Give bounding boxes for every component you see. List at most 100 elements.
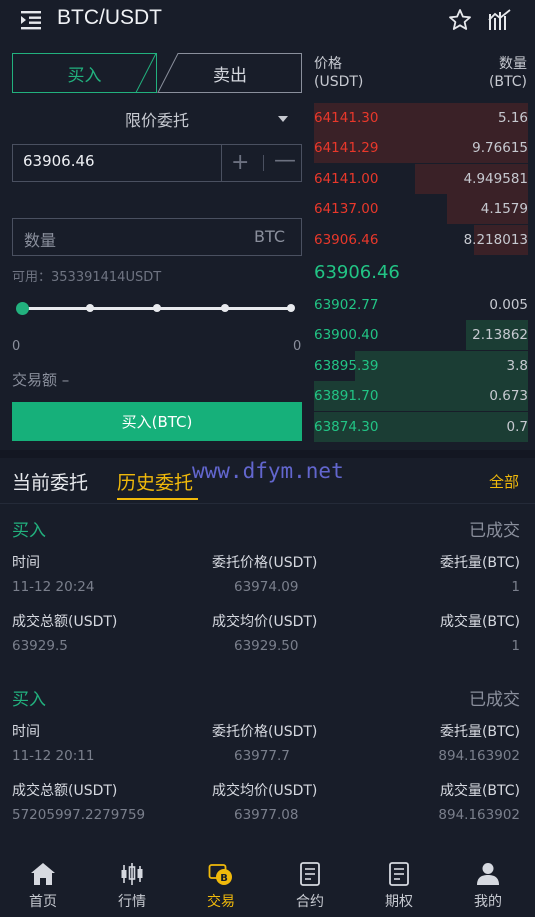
menu-icon[interactable] [20, 9, 42, 31]
order-price: 63977.7 [234, 748, 290, 764]
watermark-text: www.dfym.net [192, 459, 344, 483]
home-icon [31, 863, 55, 885]
order-amount: 1 [511, 579, 520, 595]
svg-text:B: B [220, 873, 228, 884]
submit-buy-button[interactable]: 买入(BTC) [12, 402, 302, 441]
ask-qty: 9.76615 [472, 140, 528, 157]
nav-item-trade[interactable]: B 交易 [191, 862, 251, 911]
order-avg-price: 63977.08 [234, 807, 299, 823]
ask-row[interactable]: 63906.46 8.218013 [314, 224, 528, 255]
order-time-label: 时间 [12, 724, 40, 740]
order-avg-price: 63929.50 [234, 638, 299, 654]
bid-price: 63874.30 [314, 418, 379, 435]
price-header-label: 价格 [314, 56, 342, 72]
increase-price-button[interactable]: + [231, 150, 249, 175]
ask-price: 64141.30 [314, 110, 379, 126]
order-filled-label: 成交量(BTC) [439, 783, 520, 799]
bid-row[interactable]: 63895.39 3.8 [314, 350, 528, 381]
bid-qty: 3.8 [506, 357, 528, 374]
bid-price: 63902.77 [314, 297, 379, 313]
nav-item-market[interactable]: 行情 [102, 862, 162, 911]
order-filled: 894.163902 [438, 807, 520, 823]
bid-price: 63900.40 [314, 327, 379, 344]
ask-row[interactable]: 64137.00 4.1579 [314, 194, 528, 225]
qty-header-unit: (BTC) [488, 74, 527, 90]
slider-stop-100[interactable] [287, 304, 295, 312]
slider-stop-50[interactable] [153, 304, 161, 312]
available-balance: 可用：353391414USDT [12, 270, 162, 285]
order-avg-label: 成交均价(USDT) [212, 614, 318, 630]
bid-row[interactable]: 63874.30 0.7 [314, 411, 528, 442]
decrease-price-button[interactable]: — [274, 148, 296, 173]
nav-label-profile: 我的 [474, 894, 502, 910]
bid-row[interactable]: 63891.70 0.673 [314, 381, 528, 412]
bid-price: 63895.39 [314, 357, 379, 374]
bid-depth-bar [355, 350, 528, 381]
slider-stop-25[interactable] [86, 304, 94, 312]
chevron-down-icon[interactable] [278, 116, 288, 122]
slider-min-label: 0 [12, 339, 21, 354]
bid-price: 63891.70 [314, 388, 379, 405]
quantity-unit: BTC [254, 227, 285, 246]
contract-icon [300, 862, 320, 886]
tab-current-orders[interactable]: 当前委托 [12, 468, 88, 495]
slider-max-label: 0 [293, 339, 302, 354]
order-time: 11-12 20:24 [12, 579, 95, 595]
slider-handle[interactable] [16, 302, 29, 315]
order-filled-label: 成交量(BTC) [439, 614, 520, 630]
orderbook-price-header: 价格 (USDT) [314, 55, 363, 91]
view-all-link[interactable]: 全部 [489, 471, 519, 492]
nav-label-contract: 合约 [296, 894, 324, 910]
stepper-divider [263, 155, 264, 171]
options-icon [389, 862, 409, 886]
order-amount: 894.163902 [438, 748, 520, 764]
buy-tab-text[interactable]: 买入 [12, 53, 157, 93]
bid-qty: 0.7 [506, 418, 528, 435]
page-title: BTC/USDT [57, 6, 162, 29]
section-separator [0, 450, 535, 458]
ask-row[interactable]: 64141.00 4.949581 [314, 163, 528, 194]
quantity-placeholder[interactable]: 数量 [24, 227, 56, 251]
bid-row[interactable]: 63902.77 0.005 [314, 290, 528, 320]
order-status: 已成交 [469, 690, 520, 710]
nav-item-home[interactable]: 首页 [13, 862, 73, 911]
order-filled: 1 [511, 638, 520, 654]
order-total: 57205997.2279759 [12, 807, 146, 823]
nav-label-options: 期权 [385, 894, 413, 910]
order-total-label: 成交总额(USDT) [12, 783, 118, 799]
order-side: 买入 [12, 690, 46, 710]
star-icon[interactable] [448, 8, 472, 32]
sell-tab[interactable]: 卖出 [158, 53, 302, 93]
slider-stop-75[interactable] [221, 304, 229, 312]
orders-divider [0, 503, 535, 504]
nav-item-options[interactable]: 期权 [369, 862, 429, 911]
ask-price: 63906.46 [314, 231, 379, 248]
ask-row[interactable]: 64141.29 9.76615 [314, 133, 528, 164]
order-price-label: 委托价格(USDT) [212, 724, 318, 740]
ask-row[interactable]: 64141.30 5.16 [314, 103, 528, 133]
bid-qty: 2.13862 [472, 327, 528, 344]
ask-qty: 4.1579 [480, 201, 528, 218]
order-amount-label: 委托量(BTC) [439, 724, 520, 740]
nav-item-profile[interactable]: 我的 [458, 862, 518, 911]
kline-chart-icon[interactable] [488, 8, 512, 32]
order-type-select[interactable]: 限价委托 [12, 104, 302, 134]
active-tab-indicator [117, 498, 198, 500]
price-value[interactable]: 63906.46 [23, 152, 95, 170]
trade-amount: 交易额 – [12, 371, 70, 389]
order-status: 已成交 [469, 521, 520, 541]
order-avg-label: 成交均价(USDT) [212, 783, 318, 799]
ask-price: 64137.00 [314, 201, 379, 218]
nav-item-contract[interactable]: 合约 [280, 862, 340, 911]
bottom-nav [0, 855, 535, 917]
bid-row[interactable]: 63900.40 2.13862 [314, 320, 528, 351]
bid-qty: 0.005 [489, 297, 528, 313]
order-amount-label: 委托量(BTC) [439, 555, 520, 571]
submit-buy-label: 买入(BTC) [121, 413, 193, 431]
orderbook-qty-header: 数量 (BTC) [470, 55, 527, 91]
price-header-unit: (USDT) [314, 74, 364, 90]
sell-tab-label: 卖出 [213, 65, 247, 86]
tab-order-history[interactable]: 历史委托 [117, 468, 193, 495]
nav-label-trade: 交易 [207, 894, 235, 910]
order-price: 63974.09 [234, 579, 299, 595]
